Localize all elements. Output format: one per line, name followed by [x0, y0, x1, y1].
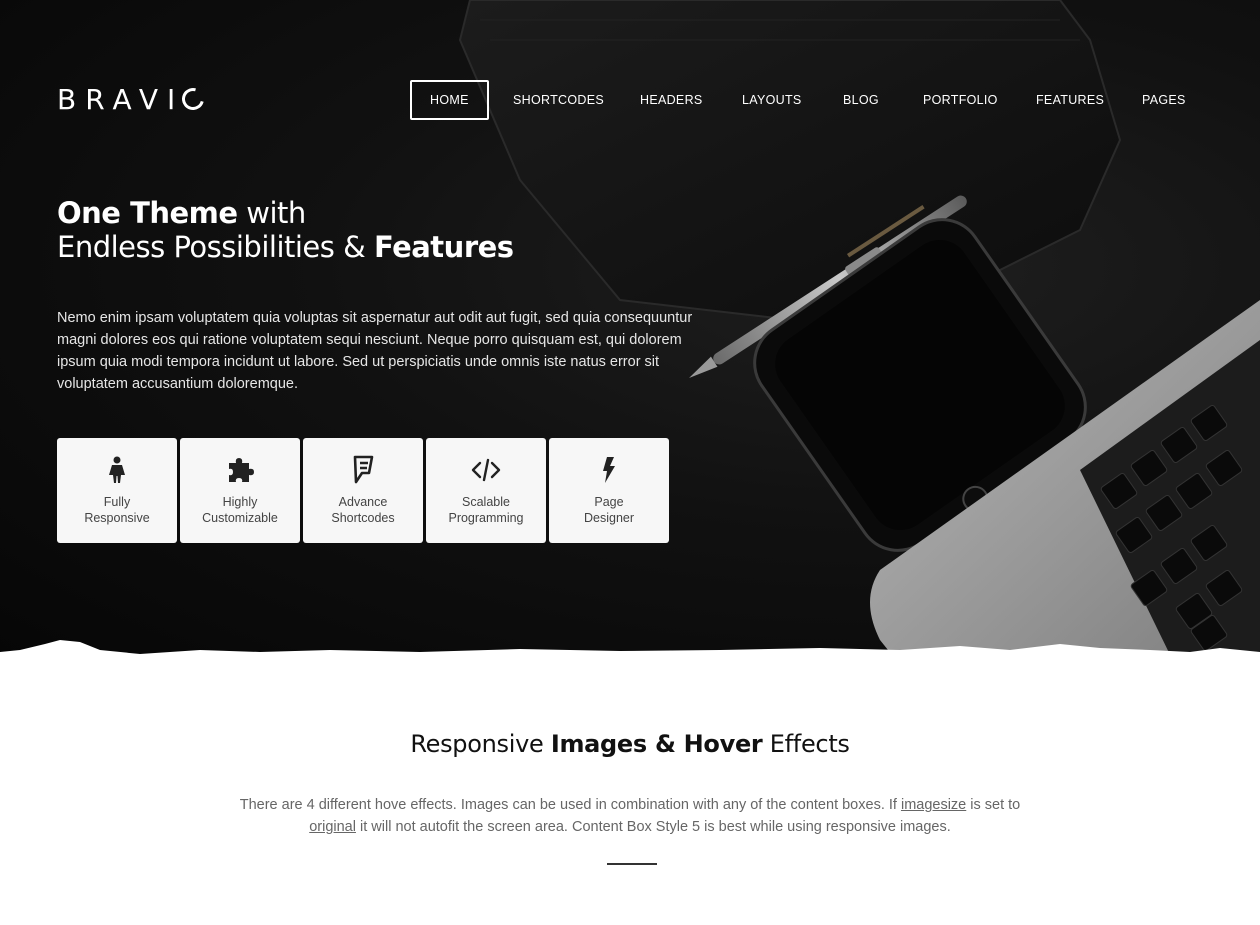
- feature-box-customizable[interactable]: Highly Customizable: [180, 438, 300, 543]
- hero-description: Nemo enim ipsam voluptatem quia voluptas…: [57, 310, 693, 392]
- nav-item-features[interactable]: FEATURES: [1036, 80, 1104, 120]
- nav-item-headers[interactable]: HEADERS: [640, 80, 703, 120]
- section-divider: [607, 863, 657, 865]
- feature-box-programming[interactable]: Scalable Programming: [426, 438, 546, 543]
- headline-bold-2: Features: [373, 230, 514, 264]
- torn-edge-divider: [0, 640, 1260, 665]
- headline-text-1: with: [237, 196, 306, 230]
- brand-logo[interactable]: BRAVI: [57, 84, 209, 116]
- hero-headline: One Theme with Endless Possibilities & F…: [57, 196, 514, 264]
- feature-box-designer[interactable]: Page Designer: [549, 438, 669, 543]
- feature-label: Fully Responsive: [84, 495, 150, 525]
- code-icon: [471, 458, 501, 482]
- feature-box-shortcodes[interactable]: Advance Shortcodes: [303, 438, 423, 543]
- nav-item-pages[interactable]: PAGES: [1142, 80, 1186, 120]
- nav-item-layouts[interactable]: LAYOUTS: [742, 80, 802, 120]
- section-title: Responsive Images & Hover Effects: [410, 730, 850, 758]
- feature-label: Scalable Programming: [448, 495, 524, 525]
- foursquare-icon: [353, 455, 374, 484]
- nav-item-blog[interactable]: BLOG: [843, 80, 879, 120]
- feature-label: Page Designer: [583, 495, 635, 525]
- female-icon: [109, 456, 125, 483]
- nav-item-portfolio[interactable]: PORTFOLIO: [923, 80, 998, 120]
- notebook-shape: [458, 0, 1122, 332]
- feature-box-responsive[interactable]: Fully Responsive: [57, 438, 177, 543]
- feature-label: Highly Customizable: [202, 495, 278, 525]
- headline-text-2: Endless Possibilities &: [57, 230, 374, 264]
- puzzle-icon: [229, 458, 254, 482]
- bolt-icon: [603, 457, 615, 483]
- nav-item-shortcodes[interactable]: SHORTCODES: [513, 80, 604, 120]
- hero-section: BRAVI HOME SHORTCODES HEADERS LAYOUTS BL…: [0, 0, 1260, 665]
- feature-label: Advance Shortcodes: [331, 495, 395, 525]
- nav-item-home[interactable]: HOME: [410, 80, 489, 120]
- headline-bold-1: One Theme: [57, 196, 238, 230]
- imagesize-link[interactable]: imagesize: [901, 797, 966, 813]
- section-description: There are 4 different hove effects. Imag…: [239, 797, 1021, 835]
- original-link[interactable]: original: [309, 819, 356, 835]
